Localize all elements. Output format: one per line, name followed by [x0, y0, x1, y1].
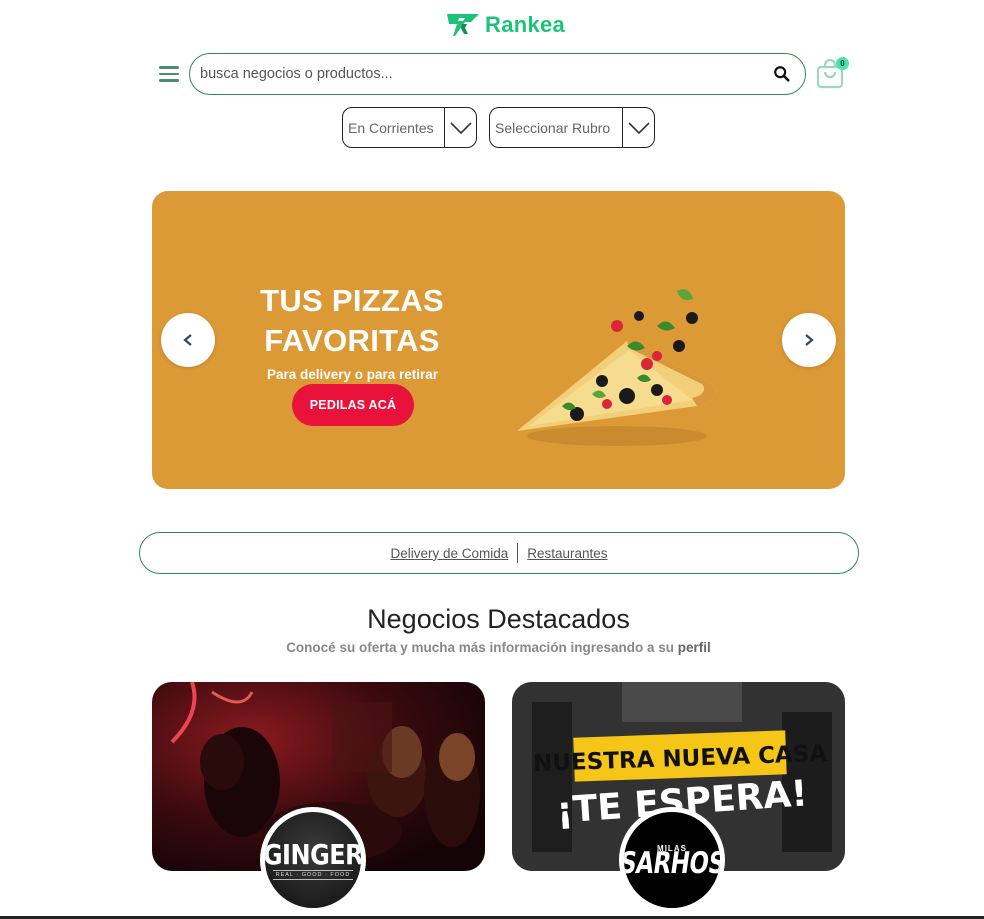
sarhos-logo[interactable]: MILAS SARHOS — [619, 807, 725, 913]
featured-title: Negocios Destacados — [367, 604, 630, 634]
city-select[interactable]: En Corrientes — [342, 107, 477, 148]
city-select-value: En Corrientes — [348, 119, 434, 136]
ginger-logo[interactable]: GINGER REAL · GOOD · FOOD — [260, 807, 366, 913]
page: Rankea 0 En Corrientes Seleccionar Rubro — [0, 0, 984, 919]
order-now-button[interactable]: PEDILAS ACÁ — [292, 384, 414, 426]
rubro-select-value: Seleccionar Rubro — [495, 119, 611, 136]
featured-subtitle-text: Conocé su oferta y mucha más información… — [286, 640, 678, 655]
rankea-logo-icon — [447, 14, 479, 36]
sarhos-logo-text: SARHOS — [624, 846, 720, 881]
banner-title-line2: FAVORITAS — [264, 323, 440, 358]
brand-name: Rankea — [485, 12, 566, 37]
hamburger-menu-icon[interactable] — [159, 66, 179, 82]
chevron-right-icon — [805, 334, 814, 346]
featured-subtitle-bold: perfil — [677, 640, 711, 655]
promo-banner[interactable]: TUS PIZZAS FAVORITAS Para delivery o par… — [152, 191, 845, 489]
search-icon[interactable] — [773, 65, 791, 83]
ginger-logo-text: GINGER — [265, 838, 361, 871]
carousel-prev-button[interactable] — [161, 313, 215, 367]
chevron-down-icon — [444, 108, 476, 147]
cart-count-badge: 0 — [836, 57, 849, 70]
category-bar: Delivery de Comida Restaurantes — [139, 532, 859, 574]
banner-title-line1: TUS PIZZAS — [260, 283, 444, 318]
chevron-left-icon — [183, 334, 192, 346]
carousel-next-button[interactable] — [782, 313, 836, 367]
sarhos-logo-inner: MILAS SARHOS — [624, 812, 720, 908]
rubro-select[interactable]: Seleccionar Rubro — [489, 107, 655, 148]
featured-subtitle: Conocé su oferta y mucha más información… — [0, 640, 984, 655]
category-delivery-link[interactable]: Delivery de Comida — [381, 546, 517, 561]
chevron-down-icon — [622, 108, 654, 147]
rankea-logo[interactable]: Rankea — [445, 12, 565, 38]
search-bar — [189, 53, 806, 95]
search-input[interactable] — [200, 66, 773, 82]
pizza-slice-image — [517, 289, 715, 446]
banner-title: TUS PIZZAS FAVORITAS — [247, 281, 457, 361]
category-restaurants-link[interactable]: Restaurantes — [518, 546, 616, 561]
banner-subtitle: Para delivery o para retirar — [266, 367, 439, 382]
ginger-logo-inner: GINGER REAL · GOOD · FOOD — [265, 812, 361, 908]
